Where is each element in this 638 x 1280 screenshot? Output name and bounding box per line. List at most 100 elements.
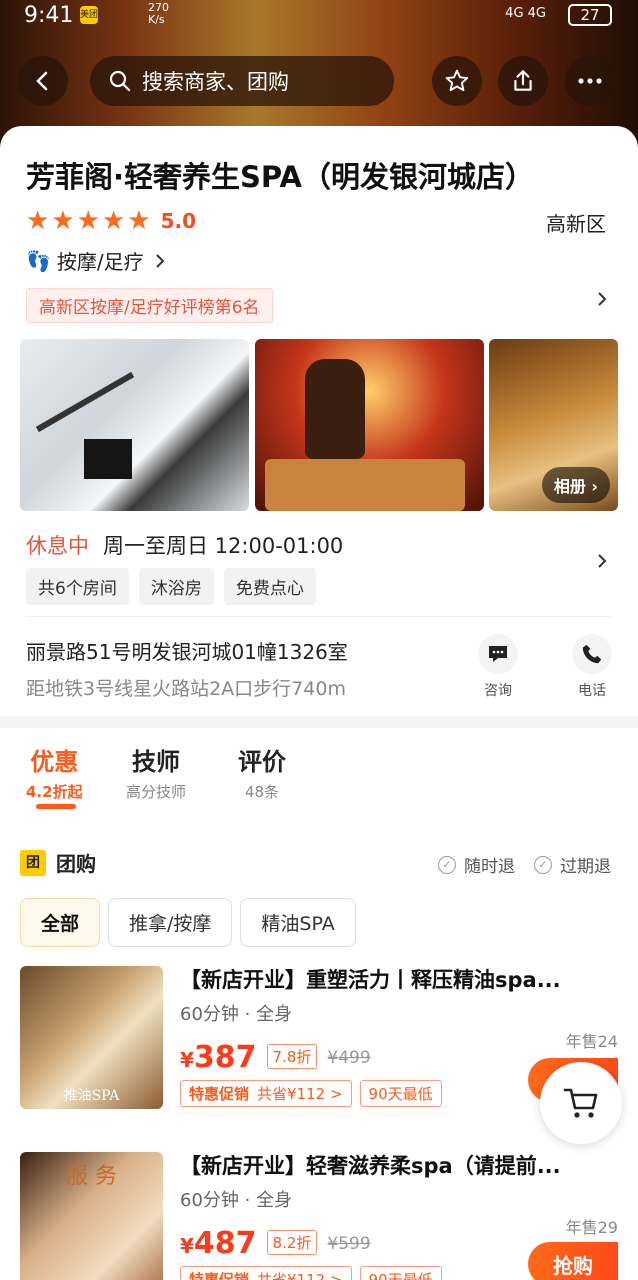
- tab-offers[interactable]: 优惠 4.2折起: [26, 742, 83, 802]
- more-button[interactable]: [565, 56, 615, 106]
- gallery-photo[interactable]: [255, 339, 484, 511]
- consult-button[interactable]: 咨询: [468, 634, 528, 700]
- battery-icon: 27: [568, 4, 612, 26]
- facility-tag: 共6个房间: [26, 568, 129, 605]
- lowest-price-tag: 90天最低: [359, 1266, 442, 1280]
- chevron-right-icon[interactable]: [596, 290, 608, 308]
- tab-sublabel: 4.2折起: [26, 783, 83, 801]
- deal-title: 【新店开业】轻奢滋养柔spa（请提前...: [180, 1154, 561, 1178]
- share-button[interactable]: [498, 56, 548, 106]
- more-dots-icon: [578, 78, 602, 84]
- check-circle-icon: ✓: [438, 855, 456, 874]
- metro-distance: 距地铁3号线星火路站2A口步行740m: [26, 678, 346, 700]
- deal-title: 【新店开业】重塑活力丨释压精油spa...: [180, 968, 561, 992]
- filter-chip-oil-spa[interactable]: 精油SPA: [240, 898, 356, 947]
- status-bar: 9:41 美团 270 K/s 4G 4G 27: [0, 0, 638, 32]
- network-speed-unit: K/s: [148, 13, 165, 26]
- status-time: 9:41: [24, 3, 74, 28]
- filter-chip-massage[interactable]: 推拿/按摩: [108, 898, 233, 947]
- groupbuy-title: 团购: [56, 852, 96, 876]
- share-icon: [514, 70, 532, 91]
- currency-symbol: ¥: [180, 1048, 194, 1072]
- groupbuy-header: 团 团购: [20, 848, 96, 877]
- promo-tags: 特惠促销 共省¥112 > 90天最低: [180, 1266, 442, 1280]
- promo-tag[interactable]: 特惠促销 共省¥112 >: [180, 1266, 352, 1280]
- signal-icon: 4G 4G: [505, 6, 546, 21]
- hours-text: 周一至周日 12:00-01:00: [103, 534, 344, 558]
- star-icon: ★: [51, 206, 75, 236]
- search-input[interactable]: 搜索商家、团购: [90, 56, 394, 106]
- category-link[interactable]: 👣 按摩/足疗: [26, 246, 166, 275]
- facility-tag: 沐浴房: [138, 568, 214, 605]
- star-icon: ★: [127, 206, 151, 236]
- currency-symbol: ¥: [180, 1234, 194, 1258]
- discount-badge: 8.2折: [266, 1230, 318, 1255]
- gallery-photo[interactable]: 相册 ›: [489, 339, 618, 511]
- gallery-photo[interactable]: [20, 339, 249, 511]
- district-label: 高新区: [546, 212, 606, 236]
- business-state: 休息中: [26, 534, 89, 558]
- deals-section: 优惠 4.2折起 技师 高分技师 评价 48条 团 团购 ✓ 随时退 ✓ 过期退…: [0, 728, 638, 1280]
- cart-button[interactable]: [540, 1062, 622, 1144]
- annual-sales: 年售29: [565, 1218, 618, 1237]
- tab-reviews[interactable]: 评价 48条: [238, 742, 286, 802]
- price-amount: 487: [193, 1226, 257, 1261]
- photo-stairs: [35, 371, 135, 433]
- original-price: ¥499: [327, 1048, 371, 1068]
- promo-save: 共省¥112 >: [257, 1085, 343, 1103]
- thumbnail-caption: 服 务: [66, 1164, 117, 1189]
- deal-price: ¥ 487 8.2折 ¥599: [180, 1226, 371, 1261]
- buy-button[interactable]: 抢购: [528, 1242, 618, 1280]
- discount-badge: 7.8折: [266, 1044, 318, 1069]
- top-navbar: 搜索商家、团购: [0, 52, 638, 108]
- phone-icon: [572, 634, 612, 674]
- original-price: ¥599: [327, 1234, 371, 1254]
- photo-bucket: [265, 459, 465, 511]
- deal-filters: 全部 推拿/按摩 精油SPA: [20, 898, 356, 947]
- search-icon: [109, 70, 131, 92]
- filter-chip-all[interactable]: 全部: [20, 898, 101, 947]
- star-icon: ★: [26, 206, 50, 236]
- facility-tag: 免费点心: [223, 568, 316, 605]
- chevron-right-icon[interactable]: [596, 552, 608, 570]
- search-placeholder: 搜索商家、团购: [142, 70, 289, 94]
- cart-icon: [563, 1088, 598, 1118]
- chat-icon: [478, 634, 518, 674]
- album-button[interactable]: 相册 ›: [541, 467, 610, 503]
- promo-save: 共省¥112 >: [257, 1271, 343, 1280]
- price-amount: 387: [193, 1040, 257, 1075]
- promo-tags: 特惠促销 共省¥112 > 90天最低: [180, 1080, 442, 1107]
- tab-technicians[interactable]: 技师 高分技师: [126, 742, 186, 802]
- deal-price: ¥ 387 7.8折 ¥499: [180, 1040, 371, 1075]
- refund-label: 过期退: [560, 857, 611, 877]
- photo-tv: [84, 439, 132, 479]
- star-outline-icon: [445, 69, 469, 92]
- shop-address[interactable]: 丽景路51号明发银河城01幢1326室: [26, 636, 348, 665]
- shop-title: 芳菲阁·轻奢养生SPA（明发银河城店）: [26, 160, 534, 194]
- star-icon: ★: [76, 206, 100, 236]
- favorite-button[interactable]: [432, 56, 482, 106]
- chevron-right-icon: [155, 253, 165, 268]
- groupbuy-icon: 团: [20, 849, 46, 876]
- phone-button[interactable]: 电话: [562, 634, 622, 700]
- star-icon: ★: [101, 206, 126, 236]
- network-speed: 270 K/s: [148, 2, 169, 26]
- consult-label: 咨询: [484, 683, 512, 699]
- photo-oil-burner: [305, 359, 365, 459]
- lowest-price-tag: 90天最低: [359, 1080, 442, 1107]
- deal-meta: 60分钟 · 全身: [180, 1190, 293, 1211]
- rating-row: ★ ★ ★ ★ ★ 5.0: [26, 206, 196, 236]
- refund-expired: ✓ 过期退: [534, 852, 611, 877]
- tab-label: 评价: [238, 748, 286, 776]
- chevron-left-icon: [36, 71, 48, 91]
- tab-label: 技师: [132, 748, 180, 776]
- thumbnail-caption: 推油SPA: [63, 1088, 120, 1104]
- business-hours[interactable]: 休息中 周一至周日 12:00-01:00: [26, 530, 343, 560]
- ranking-badge[interactable]: 高新区按摩/足疗好评榜第6名: [26, 288, 273, 323]
- tab-active-indicator: [36, 804, 76, 809]
- promo-tag[interactable]: 特惠促销 共省¥112 >: [180, 1080, 352, 1107]
- annual-sales: 年售24: [565, 1032, 618, 1051]
- photo-gallery[interactable]: 相册 ›: [20, 339, 618, 511]
- phone-label: 电话: [578, 683, 606, 699]
- back-button[interactable]: [18, 56, 68, 106]
